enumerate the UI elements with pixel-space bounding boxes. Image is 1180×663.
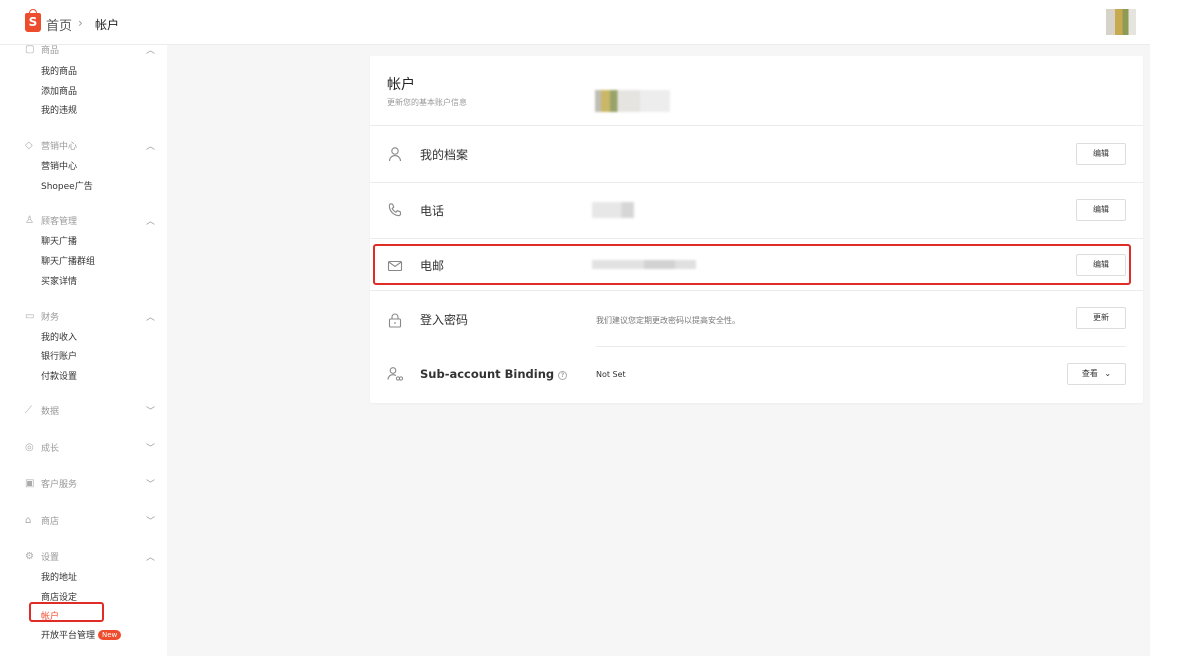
growth-icon: ◎ — [25, 441, 34, 453]
sidebar-item-marketing-center[interactable]: 营销中心 — [41, 159, 77, 172]
person-icon — [388, 147, 402, 162]
top-bar: S 首页 › 帐户 — [0, 0, 1150, 45]
chat-icon: ▣ — [25, 477, 35, 489]
sub-account-value: Not Set — [596, 370, 626, 379]
tag-icon: ◇ — [25, 139, 33, 151]
sidebar-section-label: 财务 — [41, 313, 60, 323]
breadcrumb-home[interactable]: 首页 — [46, 15, 72, 34]
chevron-up-icon[interactable]: ︿ — [146, 43, 155, 56]
page-subtitle: 更新您的基本账户信息 — [387, 98, 467, 107]
highlight-box-email-row — [373, 244, 1131, 285]
row-label-password: 登入密码 — [420, 313, 469, 327]
store-icon: ⌂ — [25, 514, 32, 526]
gear-icon: ⚙ — [25, 550, 34, 562]
sidebar-section-label: 顾客管理 — [41, 217, 78, 227]
help-icon[interactable]: ? — [558, 371, 568, 380]
chevron-down-icon[interactable]: ﹀ — [146, 514, 155, 527]
chevron-up-icon[interactable]: ︿ — [146, 139, 155, 152]
phone-value-redacted — [592, 202, 634, 218]
new-badge: New — [98, 630, 122, 640]
sidebar-section-label: 营销中心 — [41, 142, 78, 152]
sidebar-section-label: 客户服务 — [41, 480, 78, 490]
sidebar-item-label: 开放平台管理 — [41, 631, 96, 641]
divider — [370, 238, 1143, 239]
avatar[interactable] — [1106, 9, 1136, 35]
page-title: 帐户 — [387, 77, 415, 93]
chevron-up-icon[interactable]: ︿ — [146, 550, 155, 563]
divider — [370, 125, 1143, 126]
breadcrumb-separator-icon: › — [78, 16, 83, 30]
chevron-down-icon[interactable]: ﹀ — [146, 404, 155, 417]
update-password-button[interactable]: 更新 — [1076, 307, 1126, 329]
view-label: 查看 — [1081, 369, 1098, 378]
sidebar-section-label: 数据 — [41, 407, 60, 417]
sidebar-section-products[interactable]: ▢ 商品 — [25, 43, 59, 56]
sidebar-item-my-address[interactable]: 我的地址 — [41, 570, 77, 583]
chevron-up-icon[interactable]: ︿ — [146, 214, 155, 227]
sub-account-label-text: Sub-account Binding — [420, 367, 555, 381]
sidebar-section-growth[interactable]: ◎ 成长 — [25, 441, 59, 454]
sub-account-icon — [387, 367, 403, 381]
sidebar-item-my-income[interactable]: 我的收入 — [41, 330, 77, 343]
user-group-icon: ♙ — [25, 214, 34, 226]
sidebar-item-broadcast-groups[interactable]: 聊天广播群组 — [41, 254, 95, 267]
chevron-up-icon[interactable]: ︿ — [146, 310, 155, 323]
sidebar-item-shopee-ads[interactable]: Shopee广告 — [41, 179, 93, 192]
sidebar-item-violations[interactable]: 我的违规 — [41, 103, 77, 116]
sidebar-section-finance[interactable]: ▭ 财务 — [25, 310, 59, 323]
divider — [596, 346, 1126, 347]
sidebar-item-buyer-details[interactable]: 买家详情 — [41, 274, 77, 287]
profile-value-redacted — [595, 90, 670, 112]
sidebar-section-customer-service[interactable]: ▣ 客户服务 — [25, 477, 77, 490]
account-card: 帐户 更新您的基本账户信息 我的档案 编辑 电话 编辑 电邮 编辑 登入密码 我… — [370, 56, 1143, 403]
chevron-down-icon[interactable]: ﹀ — [146, 441, 155, 454]
sidebar-item-open-platform[interactable]: 开放平台管理 New — [41, 628, 122, 641]
sidebar-item-add-product[interactable]: 添加商品 — [41, 84, 77, 97]
view-sub-account-button[interactable]: 查看 ⌄ — [1067, 363, 1126, 385]
sidebar — [0, 45, 167, 663]
phone-icon — [388, 203, 402, 217]
sidebar-section-marketing[interactable]: ◇ 营销中心 — [25, 139, 77, 152]
wallet-icon: ▭ — [25, 310, 35, 322]
edit-phone-button[interactable]: 编辑 — [1076, 199, 1126, 221]
sidebar-item-chat-broadcast[interactable]: 聊天广播 — [41, 234, 77, 247]
breadcrumb-current: 帐户 — [95, 18, 120, 32]
chevron-down-icon[interactable]: ﹀ — [146, 477, 155, 490]
sidebar-item-payment-settings[interactable]: 付款设置 — [41, 369, 77, 382]
password-hint: 我们建议您定期更改密码以提高安全性。 — [596, 316, 740, 325]
lock-icon — [388, 313, 402, 328]
sidebar-section-label: 设置 — [41, 553, 60, 563]
highlight-box-sidebar-account — [29, 602, 104, 622]
divider — [370, 182, 1143, 183]
sidebar-section-customers[interactable]: ♙ 顾客管理 — [25, 214, 77, 227]
chart-icon: ⟋ — [25, 404, 32, 416]
chevron-down-icon: ⌄ — [1104, 369, 1112, 378]
shopee-logo-icon[interactable]: S — [25, 9, 41, 32]
sidebar-item-bank-account[interactable]: 银行账户 — [41, 349, 77, 362]
edit-profile-button[interactable]: 编辑 — [1076, 143, 1126, 165]
sidebar-section-store[interactable]: ⌂ 商店 — [25, 514, 59, 527]
sidebar-section-label: 成长 — [41, 444, 60, 454]
sidebar-section-label: 商店 — [41, 517, 60, 527]
row-label-sub-account: Sub-account Binding? — [420, 367, 568, 381]
divider — [370, 290, 1143, 291]
sidebar-section-label: 商品 — [41, 46, 60, 56]
sidebar-section-settings[interactable]: ⚙ 设置 — [25, 550, 59, 563]
sidebar-section-data[interactable]: ⟋ 数据 — [25, 404, 59, 417]
row-label-profile: 我的档案 — [420, 148, 469, 162]
right-margin — [1150, 0, 1180, 663]
sidebar-item-my-products[interactable]: 我的商品 — [41, 64, 77, 77]
box-icon: ▢ — [25, 43, 35, 55]
row-label-phone: 电话 — [420, 204, 445, 218]
